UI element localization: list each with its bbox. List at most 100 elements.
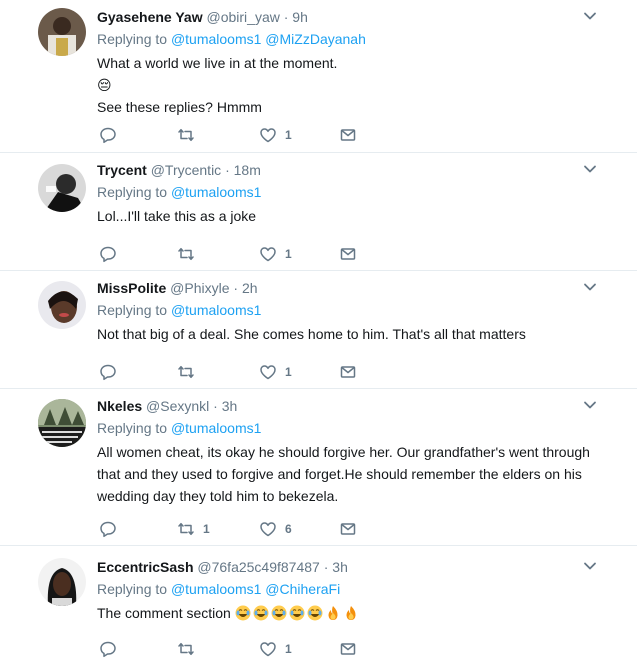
retweet-icon — [178, 128, 194, 142]
direct-message-button[interactable] — [339, 362, 357, 382]
heart-icon — [260, 642, 276, 657]
display-name[interactable]: Nkeles — [97, 398, 142, 414]
like-button[interactable]: 1 — [259, 244, 292, 264]
tweet-text: All women cheat, its okay he should forg… — [97, 441, 602, 507]
laughing-emoji-group — [235, 605, 361, 621]
direct-message-button[interactable] — [339, 639, 357, 659]
timestamp[interactable]: 2h — [242, 280, 258, 296]
reply-icon — [100, 641, 116, 658]
retweet-icon — [178, 642, 194, 656]
username[interactable]: @Trycentic — [151, 162, 221, 178]
display-name[interactable]: EccentricSash — [97, 559, 194, 575]
heart-icon — [260, 522, 276, 537]
retweet-button[interactable] — [177, 639, 195, 659]
username[interactable]: @obiri_yaw — [206, 9, 279, 25]
reply-button[interactable] — [99, 519, 117, 539]
tweet[interactable]: MissPolite @Phixyle · 2h Replying to @tu… — [0, 271, 637, 389]
display-name[interactable]: Trycent — [97, 162, 147, 178]
avatar[interactable] — [38, 558, 86, 606]
chevron-down-icon[interactable] — [583, 280, 597, 294]
avatar[interactable] — [38, 399, 86, 447]
timestamp[interactable]: 18m — [234, 162, 261, 178]
tweet[interactable]: Trycent @Trycentic · 18m Replying to @tu… — [0, 153, 637, 271]
tweet-text: What a world we live in at the moment. 😔… — [97, 52, 617, 118]
mention-link[interactable]: @MiZzDayanah — [265, 31, 366, 47]
mention-link[interactable]: @tumalooms1 — [171, 420, 261, 436]
tears-of-joy-icon — [307, 605, 323, 621]
tweet-text-line: All women cheat, its okay he should forg… — [97, 444, 590, 504]
direct-message-button[interactable] — [339, 519, 357, 539]
reply-icon — [100, 246, 116, 263]
retweet-button[interactable] — [177, 362, 195, 382]
chevron-down-icon[interactable] — [583, 398, 597, 412]
like-button[interactable]: 6 — [259, 519, 292, 539]
username[interactable]: @Phixyle — [170, 280, 229, 296]
replying-to: Replying to @tumalooms1 — [97, 301, 617, 319]
separator-dot: · — [323, 559, 329, 575]
username[interactable]: @Sexynkl — [146, 398, 209, 414]
chevron-down-icon[interactable] — [583, 162, 597, 176]
like-button[interactable]: 1 — [259, 639, 292, 659]
mention-link[interactable]: @tumalooms1 — [171, 31, 261, 47]
replying-to: Replying to @tumalooms1 — [97, 183, 617, 201]
envelope-icon — [340, 129, 356, 141]
mention-link[interactable]: @tumalooms1 — [171, 581, 261, 597]
reply-button[interactable] — [99, 244, 117, 264]
replying-to-label: Replying to — [97, 31, 168, 47]
tweet-text: Lol...I'll take this as a joke — [97, 205, 617, 227]
like-count: 1 — [285, 247, 292, 261]
retweet-count: 1 — [203, 522, 210, 536]
direct-message-button[interactable] — [339, 244, 357, 264]
tweet-text-line: See these replies? Hmmm — [97, 99, 262, 115]
avatar[interactable] — [38, 8, 86, 56]
tears-of-joy-icon — [271, 605, 287, 621]
envelope-icon — [340, 523, 356, 535]
tweet-text-line: The comment section — [97, 605, 231, 621]
display-name[interactable]: Gyasehene Yaw — [97, 9, 203, 25]
retweet-icon — [178, 247, 194, 261]
separator-dot: · — [283, 9, 289, 25]
like-count: 6 — [285, 522, 292, 536]
timestamp[interactable]: 9h — [292, 9, 308, 25]
replying-to-label: Replying to — [97, 420, 168, 436]
timestamp[interactable]: 3h — [332, 559, 348, 575]
username[interactable]: @76fa25c49f87487 — [197, 559, 319, 575]
mention-link[interactable]: @tumalooms1 — [171, 184, 261, 200]
tweet-text: The comment section — [97, 602, 617, 624]
like-button[interactable]: 1 — [259, 362, 292, 382]
retweet-button[interactable] — [177, 125, 195, 145]
tears-of-joy-icon — [289, 605, 305, 621]
tweet-text-line: What a world we live in at the moment. — [97, 55, 338, 71]
timestamp[interactable]: 3h — [222, 398, 238, 414]
tears-of-joy-icon — [235, 605, 251, 621]
tweet-text-line: Lol...I'll take this as a joke — [97, 208, 257, 224]
reply-button[interactable] — [99, 125, 117, 145]
heart-icon — [260, 247, 276, 262]
chevron-down-icon[interactable] — [583, 559, 597, 573]
fire-icon — [328, 606, 338, 620]
tweet[interactable]: Nkeles @Sexynkl · 3h Replying to @tumalo… — [0, 389, 637, 546]
avatar[interactable] — [38, 281, 86, 329]
envelope-icon — [340, 248, 356, 260]
like-count: 1 — [285, 642, 292, 656]
reply-button[interactable] — [99, 639, 117, 659]
reply-icon — [100, 127, 116, 144]
tweet[interactable]: Gyasehene Yaw @obiri_yaw · 9h Replying t… — [0, 0, 637, 153]
direct-message-button[interactable] — [339, 125, 357, 145]
mention-link[interactable]: @tumalooms1 — [171, 302, 261, 318]
display-name[interactable]: MissPolite — [97, 280, 166, 296]
retweet-button[interactable] — [177, 244, 195, 264]
tweet-text-line: Not that big of a deal. She comes home t… — [97, 326, 526, 342]
replying-to-label: Replying to — [97, 581, 168, 597]
separator-dot: · — [213, 398, 218, 414]
mention-link[interactable]: @ChiheraFi — [265, 581, 340, 597]
heart-icon — [260, 365, 276, 380]
like-button[interactable]: 1 — [259, 125, 292, 145]
chevron-down-icon[interactable] — [583, 9, 597, 23]
retweet-button[interactable]: 1 — [177, 519, 210, 539]
tweet[interactable]: EccentricSash @76fa25c49f87487 · 3h Repl… — [0, 546, 637, 663]
pensive-face-emoji: 😔 — [97, 77, 112, 93]
reply-button[interactable] — [99, 362, 117, 382]
replying-to-label: Replying to — [97, 302, 168, 318]
avatar[interactable] — [38, 164, 86, 212]
